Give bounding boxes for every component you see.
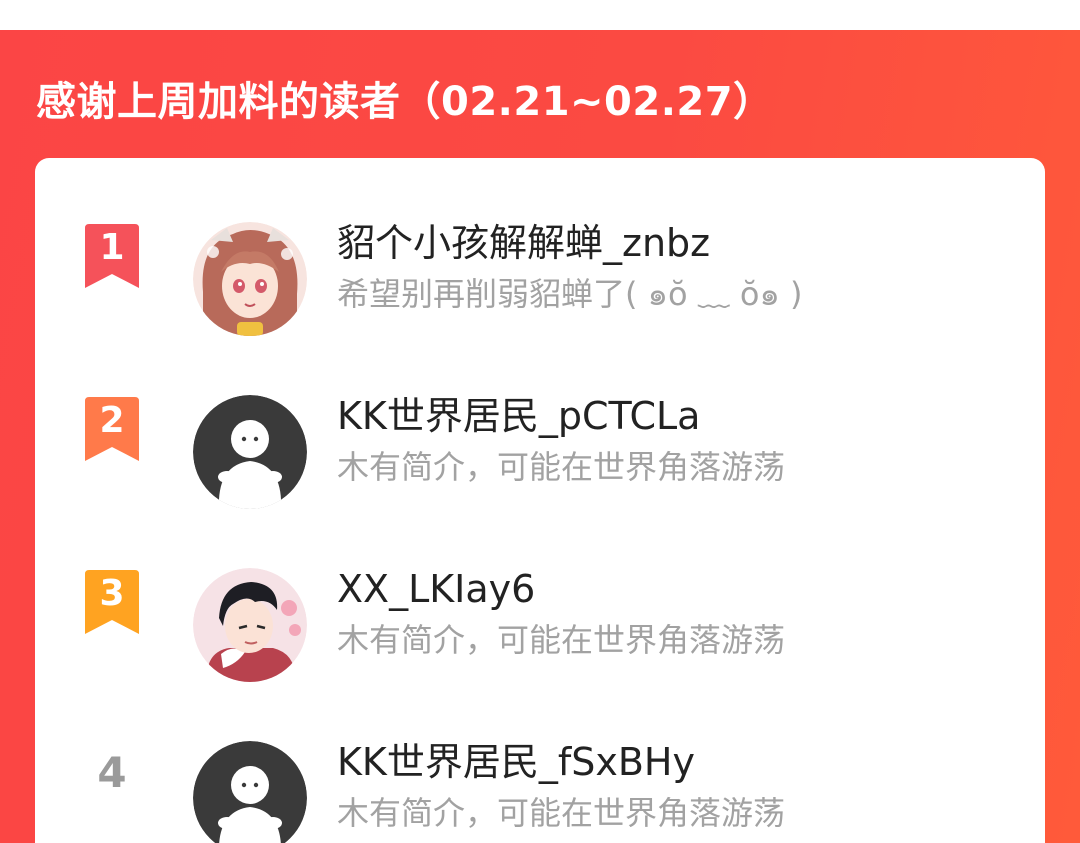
- anime-boy-avatar-icon: [193, 568, 307, 682]
- avatar[interactable]: [193, 222, 307, 336]
- reader-row-3[interactable]: 3 XX_LKIay6 木有简介，可能在世界角落游荡: [35, 540, 1045, 682]
- reader-bio: 木有简介，可能在世界角落游荡: [337, 621, 786, 659]
- rank-number: 2: [99, 400, 125, 441]
- default-avatar-icon: [193, 395, 307, 509]
- reader-ranking-list: 1 貂个小孩解解蝉_znbz 希望别再削弱貂蝉了(๑ŏ ﹏ ŏ๑) 2 KK…: [35, 158, 1045, 843]
- reader-name[interactable]: XX_LKIay6: [337, 566, 535, 612]
- reader-name[interactable]: KK世界居民_pCTCLa: [337, 393, 700, 439]
- panel-title: 感谢上周加料的读者（02.21~02.27）: [36, 79, 774, 125]
- default-avatar-icon: [193, 741, 307, 843]
- rank-badge-1: 1: [82, 224, 142, 290]
- reader-bio: 希望别再削弱貂蝉了( ๑ŏ ﹏ ŏ๑ ): [337, 275, 803, 313]
- top-blank-strip: [0, 0, 1080, 30]
- reader-bio: 木有简介，可能在世界角落游荡: [337, 794, 786, 832]
- rank-number: 4: [97, 748, 127, 797]
- reader-name[interactable]: 貂个小孩解解蝉_znbz: [337, 220, 710, 266]
- rank-badge-2: 2: [82, 397, 142, 463]
- avatar[interactable]: [193, 741, 307, 843]
- rank-badge-4: 4: [82, 743, 142, 809]
- reader-row-2[interactable]: 2 KK世界居民_pCTCLa 木有简介，可能在世界角落游荡: [35, 367, 1045, 509]
- anime-girl-avatar-icon: [193, 222, 307, 336]
- reader-name[interactable]: KK世界居民_fSxBHy: [337, 739, 695, 785]
- reader-row-4[interactable]: 4 KK世界居民_fSxBHy 木有简介，可能在世界角落游荡: [35, 713, 1045, 843]
- rank-number: 1: [99, 227, 125, 268]
- reader-bio: 木有简介，可能在世界角落游荡: [337, 448, 786, 486]
- rank-badge-3: 3: [82, 570, 142, 636]
- rank-number: 3: [99, 573, 125, 614]
- reader-row-1[interactable]: 1 貂个小孩解解蝉_znbz 希望别再削弱貂蝉了(๑ŏ ﹏ ŏ๑): [35, 194, 1045, 336]
- avatar[interactable]: [193, 395, 307, 509]
- weekly-supporters-panel: 感谢上周加料的读者（02.21~02.27） 1 貂个小孩解解蝉_znbz 希望…: [0, 30, 1080, 843]
- avatar[interactable]: [193, 568, 307, 682]
